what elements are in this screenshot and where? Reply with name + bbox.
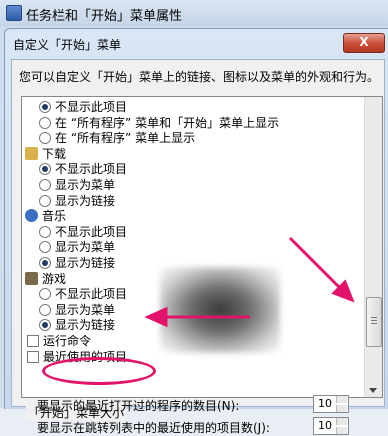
- jump-list-spinner[interactable]: 10: [313, 417, 349, 435]
- annotation-arrows: [144, 236, 355, 328]
- spinner-up-icon[interactable]: [336, 418, 347, 425]
- jump-list-value: 10: [318, 419, 332, 432]
- annotation-arrow-down: [288, 236, 346, 294]
- spinner-down-icon[interactable]: [336, 427, 347, 434]
- jump-list-label: 要显示在跳转列表中的最近使用的项目数(J):: [37, 421, 270, 435]
- annotation-arrowhead-left: [144, 306, 168, 328]
